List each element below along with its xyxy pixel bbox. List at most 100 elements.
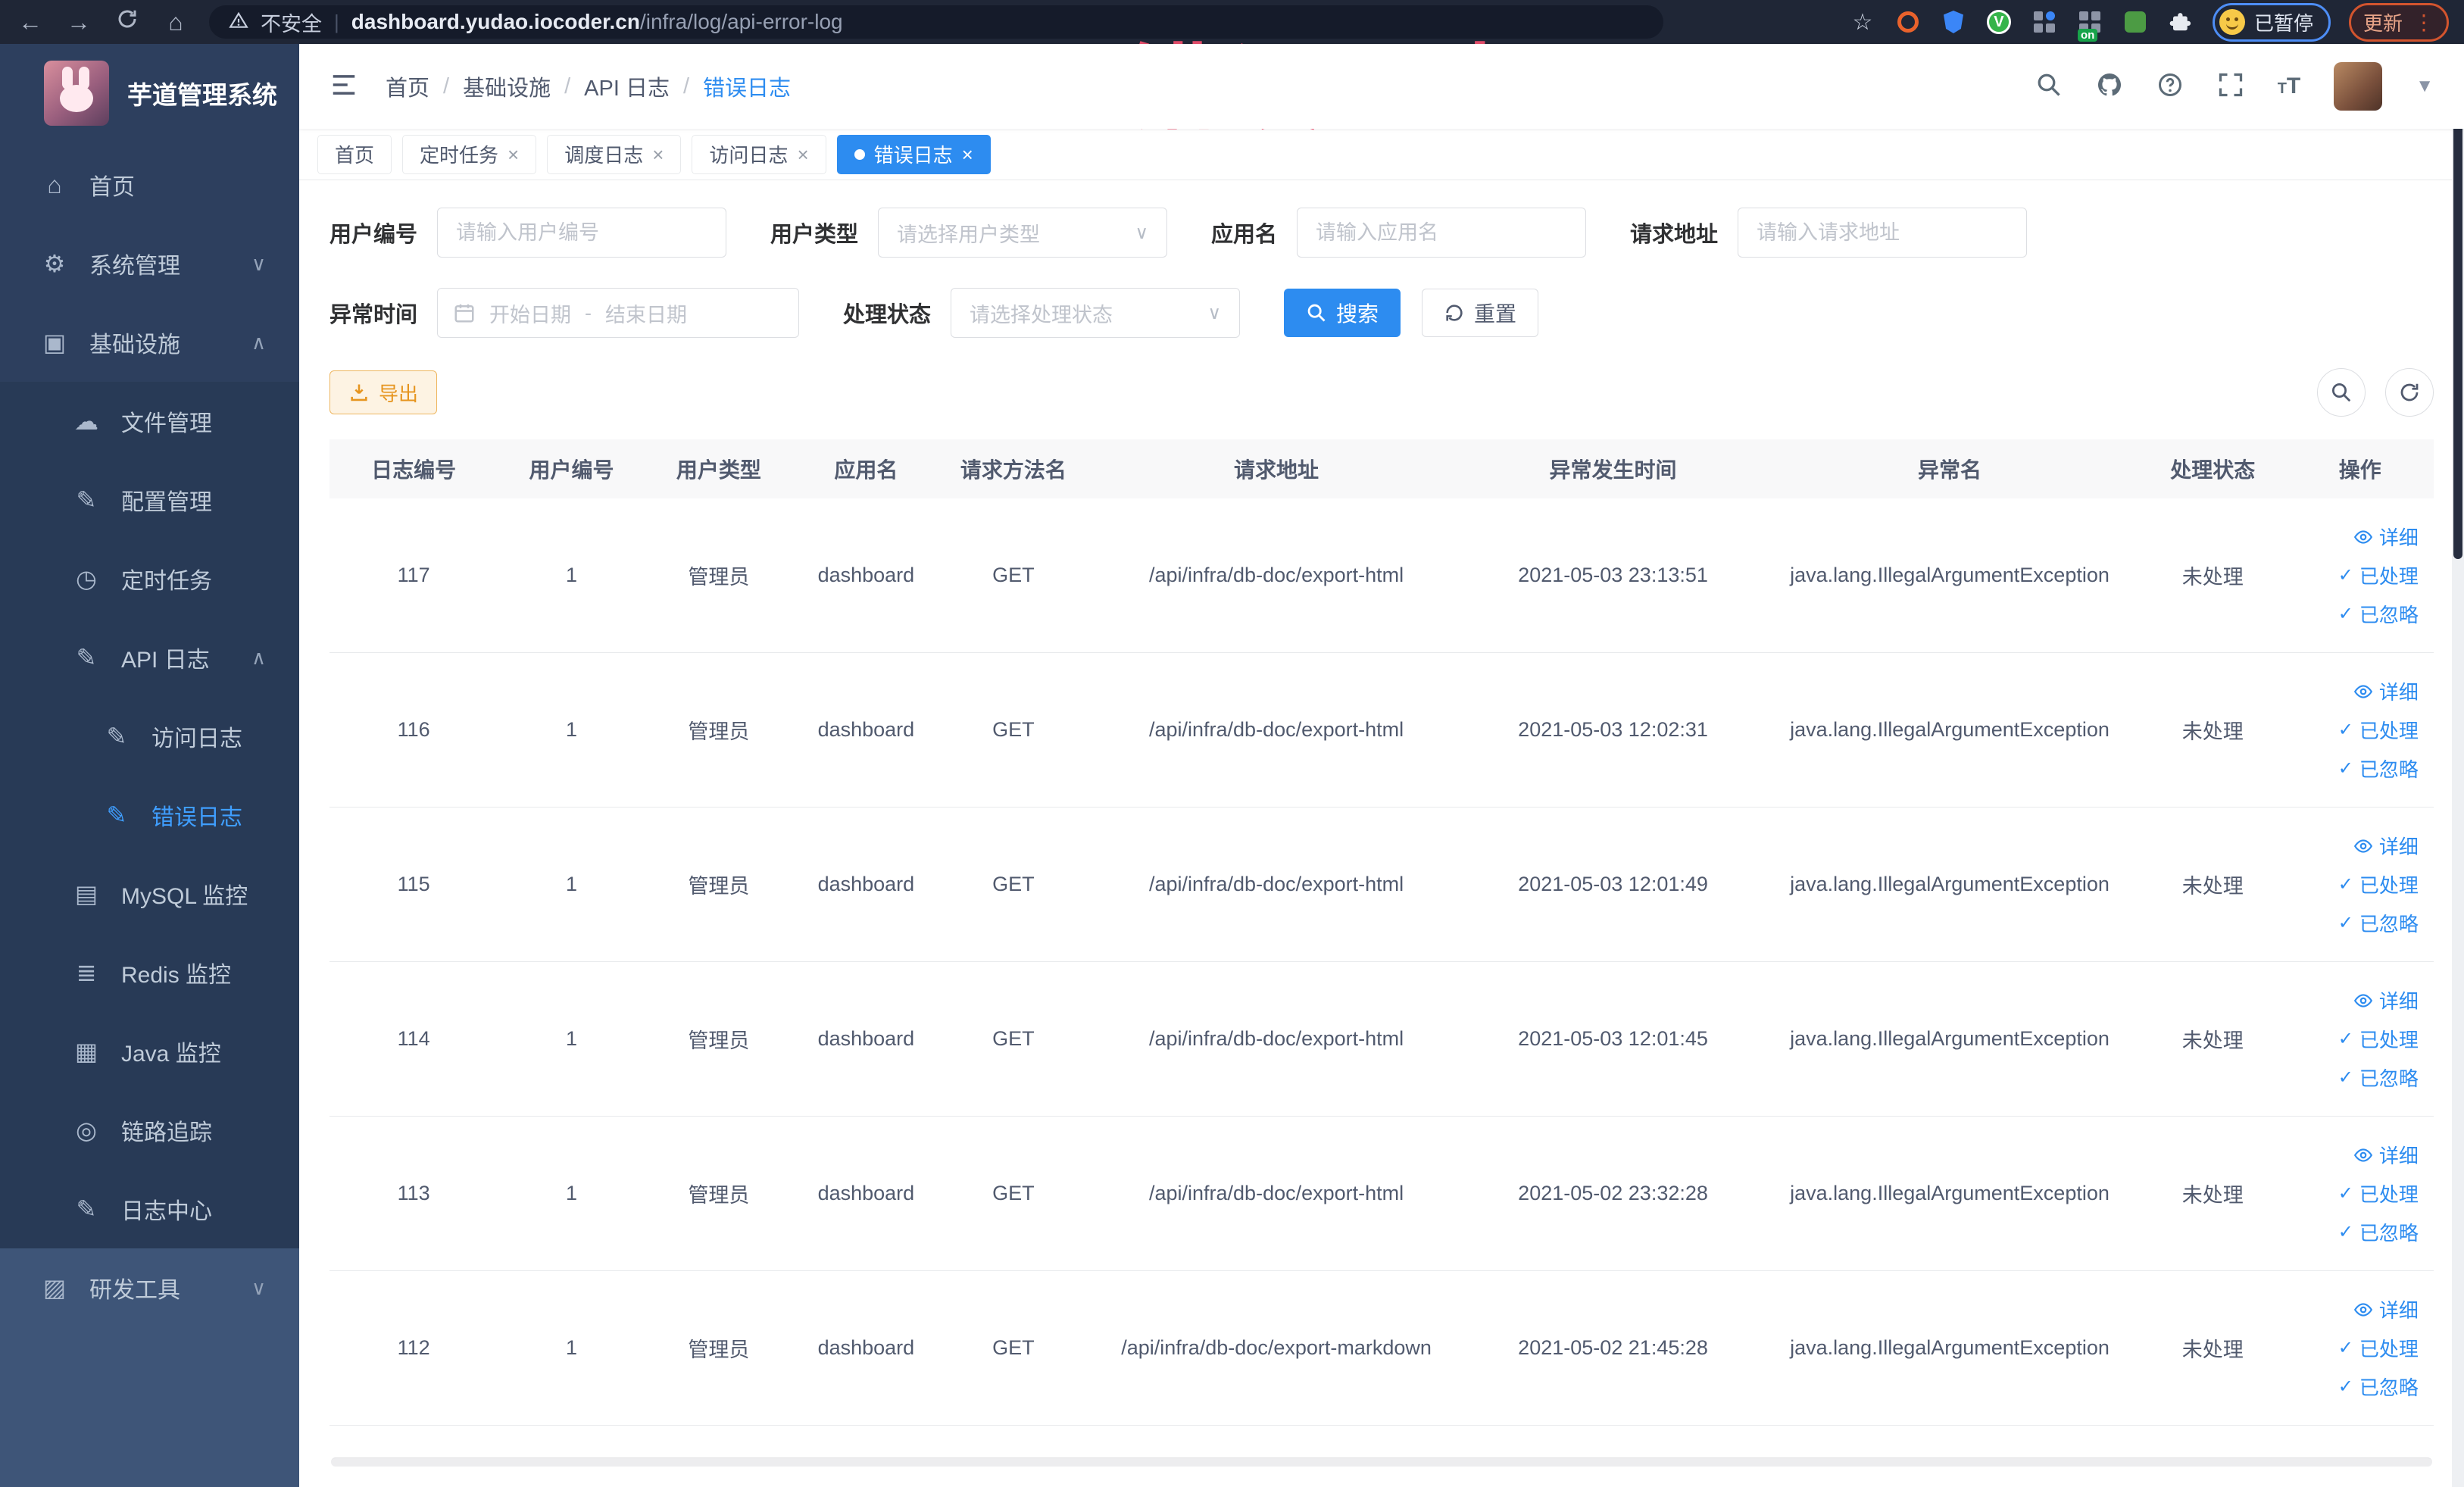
extension-shield-icon[interactable]	[1940, 8, 1967, 36]
browser-update-button[interactable]: 更新 ⋮	[2348, 2, 2449, 42]
mark-ignored-link[interactable]: ✓ 已忽略	[2338, 600, 2419, 628]
help-icon[interactable]	[2156, 71, 2184, 102]
close-tab-icon[interactable]: ×	[797, 145, 808, 164]
refresh-button[interactable]	[2385, 368, 2434, 417]
tab-访问日志[interactable]: 访问日志 ×	[692, 134, 826, 174]
user-menu-caret-icon[interactable]: ▼	[2416, 76, 2434, 97]
sidebar-item-系统管理[interactable]: ⚙ 系统管理 ∨	[0, 224, 299, 303]
tab-定时任务[interactable]: 定时任务 ×	[402, 134, 537, 174]
github-icon[interactable]	[2096, 71, 2123, 102]
select-placeholder: 请选择用户类型	[897, 223, 1041, 246]
security-label[interactable]: 不安全	[261, 8, 322, 37]
mark-ignored-link[interactable]: ✓ 已忽略	[2338, 909, 2419, 937]
breadcrumb-item[interactable]: API 日志	[584, 70, 670, 102]
mark-ignored-link[interactable]: ✓ 已忽略	[2338, 754, 2419, 783]
cell-exception-time: 2021-05-03 12:02:31	[1518, 718, 1708, 741]
user-type-select[interactable]: 请选择用户类型 ∨	[878, 208, 1168, 258]
close-tab-icon[interactable]: ×	[652, 145, 664, 164]
sidebar-item-MySQL 监控[interactable]: ▤ MySQL 监控	[0, 854, 299, 933]
back-icon[interactable]: ←	[15, 8, 45, 36]
mark-processed-link[interactable]: ✓ 已处理	[2338, 561, 2419, 589]
sidebar-item-label: 首页	[89, 175, 135, 200]
detail-link[interactable]: 详细	[2353, 523, 2419, 551]
date-range-picker[interactable]: 开始日期 - 结束日期	[437, 288, 800, 338]
scrollbar-thumb[interactable]	[2453, 89, 2462, 559]
extension-green-check-icon[interactable]: V	[1985, 8, 2013, 36]
detail-link[interactable]: 详细	[2353, 832, 2419, 860]
sidebar-item-链路追踪[interactable]: ◎ 链路追踪	[0, 1091, 299, 1170]
extensions-puzzle-icon[interactable]	[2167, 8, 2194, 36]
request-url-input[interactable]	[1738, 208, 2028, 258]
mark-ignored-link[interactable]: ✓ 已忽略	[2338, 1373, 2419, 1401]
detail-link[interactable]: 详细	[2353, 1295, 2419, 1323]
search-icon[interactable]	[2035, 71, 2063, 102]
column-header: 请求方法名	[960, 458, 1066, 482]
mark-ignored-link[interactable]: ✓ 已忽略	[2338, 1064, 2419, 1092]
app-name-input[interactable]	[1297, 208, 1587, 258]
extension-leaf-icon[interactable]	[2122, 8, 2149, 36]
sidebar-item-API 日志[interactable]: ✎ API 日志 ∧	[0, 618, 299, 697]
cell-user-id: 1	[565, 1027, 577, 1050]
detail-link[interactable]: 详细	[2353, 677, 2419, 705]
sidebar-item-定时任务[interactable]: ◷ 定时任务	[0, 539, 299, 618]
export-button[interactable]: 导出	[329, 370, 438, 414]
search-button[interactable]: 搜索	[1284, 289, 1401, 337]
filter-row-1: 用户编号 用户类型 请选择用户类型 ∨ 应用名	[329, 208, 2434, 258]
sidebar-item-访问日志[interactable]: ✎ 访问日志	[0, 697, 299, 776]
home-button-icon[interactable]: ⌂	[161, 8, 191, 36]
sidebar-item-Redis 监控[interactable]: ≣ Redis 监控	[0, 933, 299, 1012]
collapse-sidebar-icon[interactable]	[329, 70, 358, 103]
sidebar-item-日志中心[interactable]: ✎ 日志中心	[0, 1170, 299, 1248]
sidebar-item-Java 监控[interactable]: ▦ Java 监控	[0, 1012, 299, 1091]
eye-icon	[2353, 1302, 2372, 1317]
sidebar-item-错误日志[interactable]: ✎ 错误日志	[0, 776, 299, 854]
close-tab-icon[interactable]: ×	[962, 145, 973, 164]
mark-processed-link[interactable]: ✓ 已处理	[2338, 1179, 2419, 1207]
reset-button[interactable]: 重置	[1422, 289, 1539, 337]
extension-on-badge-icon[interactable]: on	[2076, 8, 2103, 42]
sidebar-item-配置管理[interactable]: ✎ 配置管理	[0, 461, 299, 539]
mysql-monitor-icon: ▤	[74, 880, 98, 908]
forward-icon[interactable]: →	[64, 8, 94, 36]
sidebar-item-基础设施[interactable]: ▣ 基础设施 ∧	[0, 303, 299, 382]
detail-link[interactable]: 详细	[2353, 1141, 2419, 1169]
check-icon: ✓	[2338, 913, 2353, 933]
sidebar-item-文件管理[interactable]: ☁ 文件管理	[0, 382, 299, 461]
extension-orange-icon[interactable]	[1894, 8, 1922, 36]
close-tab-icon[interactable]: ×	[507, 145, 519, 164]
font-size-icon[interactable]: TT	[2278, 73, 2301, 99]
profile-paused-badge[interactable]: 已暂停	[2212, 2, 2331, 42]
user-id-input[interactable]	[437, 208, 727, 258]
browser-menu-icon[interactable]: ⋮	[2413, 10, 2434, 35]
sidebar-item-首页[interactable]: ⌂ 首页	[0, 145, 299, 224]
sidebar-item-研发工具[interactable]: ▨ 研发工具 ∨	[0, 1248, 299, 1327]
cell-status: 未处理	[2181, 875, 2244, 898]
mark-processed-link[interactable]: ✓ 已处理	[2338, 870, 2419, 898]
process-status-select[interactable]: 请选择处理状态 ∨	[951, 288, 1241, 338]
bookmark-star-icon[interactable]: ☆	[1849, 8, 1876, 36]
tab-错误日志[interactable]: 错误日志 ×	[836, 134, 991, 174]
column-header: 操作	[2338, 458, 2381, 482]
horizontal-scrollbar[interactable]	[331, 1457, 2432, 1467]
vertical-scrollbar[interactable]	[2452, 44, 2464, 1487]
tab-首页[interactable]: 首页	[317, 134, 392, 174]
breadcrumb-item[interactable]: 错误日志	[703, 70, 791, 102]
reload-icon[interactable]	[112, 8, 142, 36]
url-divider: |	[334, 10, 339, 33]
mark-processed-link[interactable]: ✓ 已处理	[2338, 716, 2419, 744]
search-toggle-button[interactable]	[2317, 368, 2366, 417]
tab-调度日志[interactable]: 调度日志 ×	[547, 134, 682, 174]
address-bar[interactable]: 不安全 | dashboard.yudao.iocoder.cn/infra/l…	[209, 5, 1663, 39]
page-url[interactable]: dashboard.yudao.iocoder.cn/infra/log/api…	[351, 10, 843, 34]
breadcrumb-item[interactable]: 首页	[386, 70, 429, 102]
user-avatar[interactable]	[2334, 62, 2383, 111]
url-path: /infra/log/api-error-log	[639, 10, 843, 33]
extension-grid-icon[interactable]	[2031, 8, 2058, 36]
breadcrumb-item[interactable]: 基础设施	[463, 70, 551, 102]
mark-ignored-link[interactable]: ✓ 已忽略	[2338, 1218, 2419, 1246]
detail-link[interactable]: 详细	[2353, 986, 2419, 1014]
mark-processed-link[interactable]: ✓ 已处理	[2338, 1025, 2419, 1053]
sidebar-menu-expanded: ☁ 文件管理 ✎ 配置管理 ◷ 定时任务 ✎ API 日志 ∧ ✎ 访问日志 ✎ 错误日志 ▤ MySQL …	[0, 382, 299, 1248]
fullscreen-icon[interactable]	[2217, 71, 2244, 102]
mark-processed-link[interactable]: ✓ 已处理	[2338, 1334, 2419, 1362]
